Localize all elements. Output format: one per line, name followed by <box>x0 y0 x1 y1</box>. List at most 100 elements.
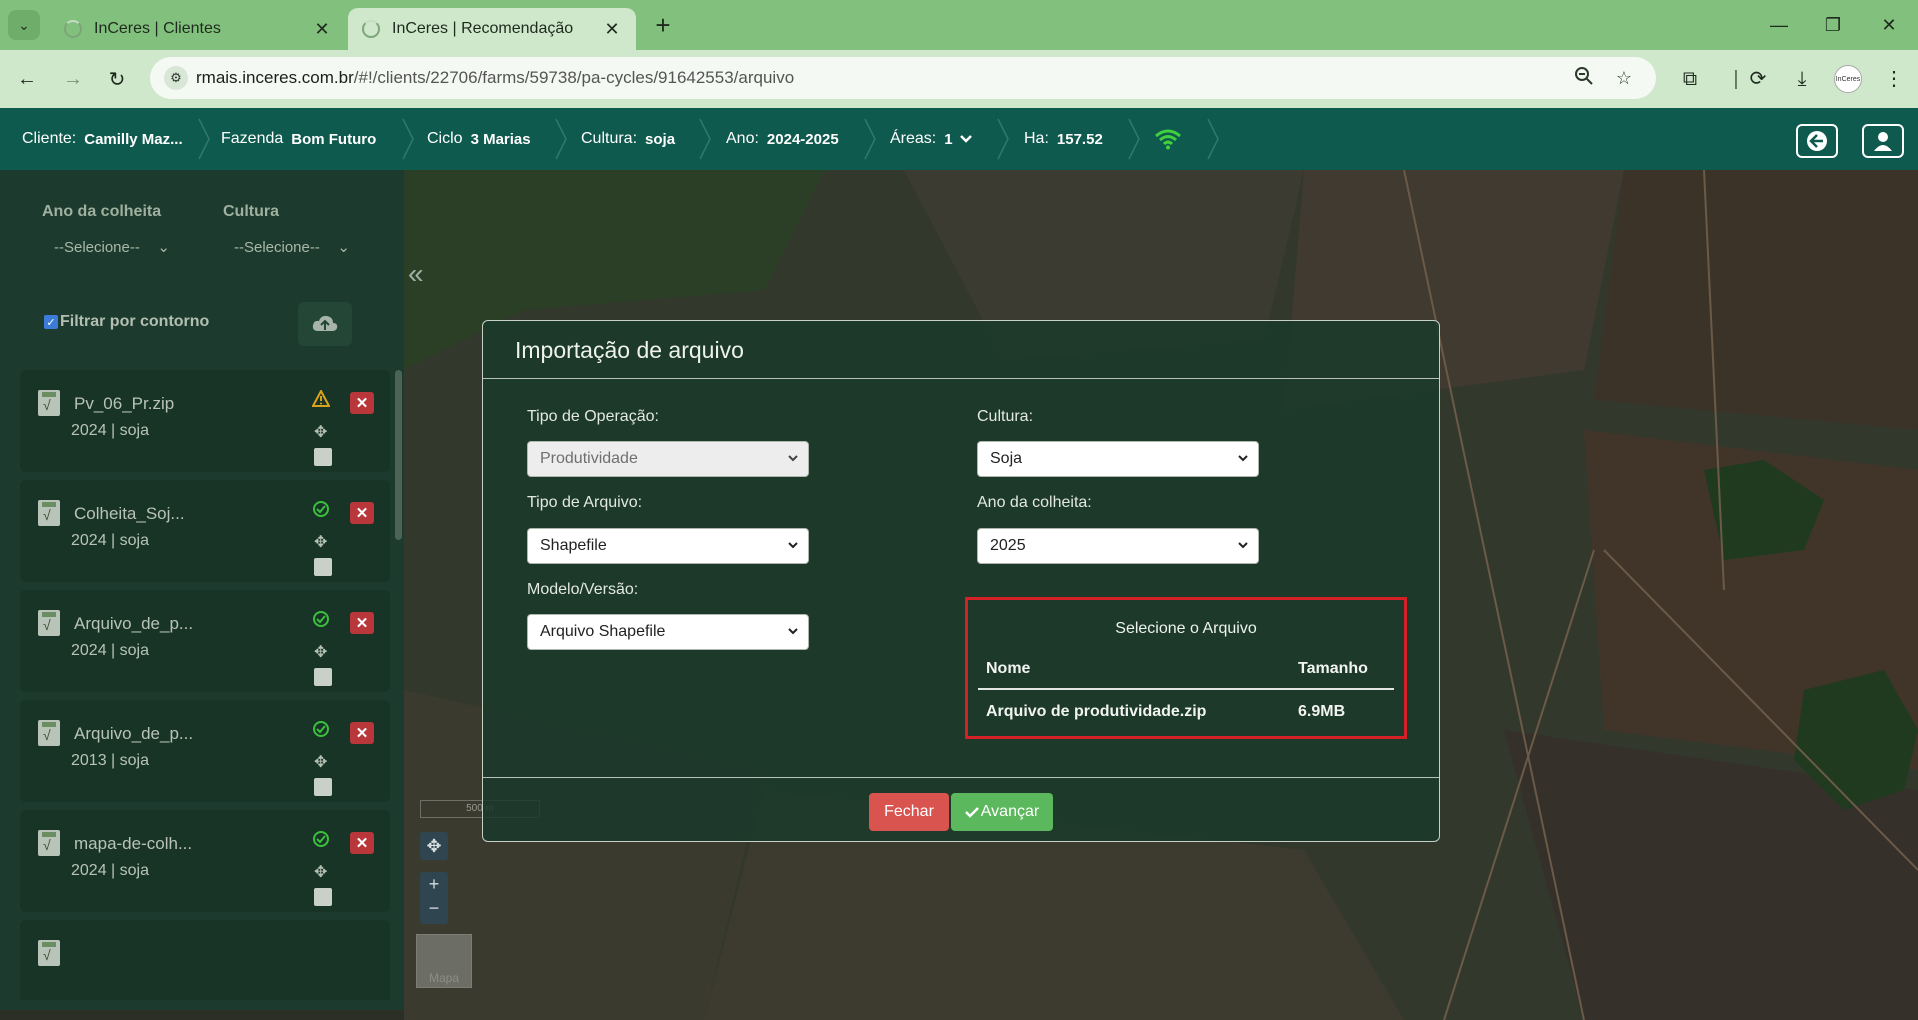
operation-type-select[interactable]: Produtividade <box>527 441 809 477</box>
file-checkbox[interactable] <box>314 558 332 576</box>
crumb-value: soja <box>645 130 676 148</box>
move-icon[interactable]: ✥ <box>314 862 327 882</box>
close-tab-icon[interactable]: ✕ <box>602 19 622 40</box>
tab-recomendacao[interactable]: InCeres | Recomendação ✕ <box>348 8 636 50</box>
back-button[interactable]: ← <box>12 64 42 94</box>
url-host: rmais.inceres.com.br <box>196 68 354 87</box>
file-icon <box>38 940 60 966</box>
chevron-down-icon <box>1238 455 1248 462</box>
upload-button[interactable] <box>298 302 352 346</box>
select-value: Soja <box>990 450 1023 467</box>
contour-filter-label: Filtrar por contorno <box>60 313 210 330</box>
close-tab-icon[interactable]: ✕ <box>312 19 332 40</box>
new-tab-button[interactable]: + <box>650 10 676 40</box>
download-icon[interactable]: ⤓ <box>1788 64 1816 94</box>
tab-clientes[interactable]: InCeres | Clientes ✕ <box>50 8 346 50</box>
crumb-client[interactable]: Cliente: Camilly Maz... <box>22 108 183 170</box>
chevron-right-icon <box>553 117 569 161</box>
move-icon[interactable]: ✥ <box>314 422 327 442</box>
file-name: Pv_06_Pr.zip <box>74 394 175 413</box>
crumb-cycle[interactable]: Ciclo 3 Marias <box>427 108 531 170</box>
list-item[interactable]: Arquivo_de_p... 2024 | soja ✥ ✕ <box>20 590 390 692</box>
chevron-right-icon <box>995 117 1011 161</box>
crop-select[interactable]: --Selecione-- ⌄ <box>224 230 360 264</box>
move-icon[interactable]: ✥ <box>314 642 327 662</box>
back-arrow-button[interactable] <box>1796 124 1838 158</box>
map-zoom-control: + − <box>420 872 448 924</box>
file-icon <box>38 610 60 636</box>
chevron-down-icon <box>788 628 798 635</box>
file-list: Pv_06_Pr.zip 2024 | soja ✥ ✕ Colheita_So… <box>8 370 396 1000</box>
file-select-title: Selecione o Arquivo <box>1115 620 1257 637</box>
crumb-farm[interactable]: Fazenda Bom Futuro <box>221 108 376 170</box>
crumb-crop[interactable]: Cultura: soja <box>581 108 675 170</box>
list-item[interactable]: Pv_06_Pr.zip 2024 | soja ✥ ✕ <box>20 370 390 472</box>
chevron-right-icon <box>1205 117 1221 161</box>
check-circle-icon <box>313 721 329 737</box>
tab-search-button[interactable]: ⌄ <box>8 10 40 40</box>
profile-avatar[interactable]: InCeres <box>1834 65 1862 93</box>
basemap-label: Mapa <box>428 971 460 985</box>
crumb-year[interactable]: Ano: 2024-2025 <box>726 108 839 170</box>
delete-button[interactable]: ✕ <box>350 502 374 524</box>
zoom-in-button[interactable]: + <box>420 872 448 896</box>
forward-button[interactable]: → <box>58 64 88 94</box>
delete-button[interactable]: ✕ <box>350 832 374 854</box>
close-window-button[interactable]: ✕ <box>1876 10 1902 40</box>
select-value: --Selecione-- <box>54 238 140 256</box>
file-name: Arquivo_de_p... <box>74 614 194 633</box>
file-type-select[interactable]: Shapefile <box>527 528 809 564</box>
move-icon[interactable]: ✥ <box>314 752 327 772</box>
basemap-toggle[interactable]: Mapa <box>416 934 472 988</box>
address-bar[interactable]: ⚙ rmais.inceres.com.br/#!/clients/22706/… <box>150 57 1656 99</box>
restore-button[interactable]: ❐ <box>1820 10 1846 40</box>
list-item[interactable]: mapa-de-colh... 2024 | soja ✥ ✕ <box>20 810 390 912</box>
contour-filter-checkbox[interactable]: ✓ <box>44 315 58 329</box>
chevron-right-icon <box>862 117 878 161</box>
crumb-value: Camilly Maz... <box>84 130 183 148</box>
model-version-select[interactable]: Arquivo Shapefile <box>527 614 809 650</box>
list-item[interactable]: Colheita_Soj... 2024 | soja ✥ ✕ <box>20 480 390 582</box>
crumb-areas[interactable]: Áreas: 1 <box>890 108 973 170</box>
site-info-icon[interactable]: ⚙ <box>164 66 188 90</box>
zoom-out-button[interactable]: − <box>420 896 448 920</box>
arrow-left-icon <box>1807 131 1827 151</box>
url-text[interactable]: rmais.inceres.com.br/#!/clients/22706/fa… <box>196 68 794 88</box>
move-icon[interactable]: ✥ <box>314 532 327 552</box>
crop-label: Cultura: <box>977 408 1034 425</box>
bookmark-star-icon[interactable]: ☆ <box>1612 66 1636 90</box>
next-button[interactable]: Avançar <box>951 793 1053 831</box>
user-menu-button[interactable] <box>1862 124 1904 158</box>
tab-title: InCeres | Clientes <box>94 20 221 37</box>
extensions-icon[interactable]: ⧉ <box>1676 64 1704 94</box>
file-checkbox[interactable] <box>314 888 332 906</box>
crumb-label: Fazenda <box>221 130 284 147</box>
modal-title: Importação de arquivo <box>515 337 744 363</box>
zoom-icon[interactable] <box>1572 66 1596 90</box>
delete-button[interactable]: ✕ <box>350 722 374 744</box>
close-label: Fechar <box>884 803 934 820</box>
delete-button[interactable]: ✕ <box>350 392 374 414</box>
list-item[interactable] <box>20 920 390 1000</box>
column-header-name: Nome <box>986 660 1031 677</box>
delete-button[interactable]: ✕ <box>350 612 374 634</box>
sync-icon[interactable]: ⟳ <box>1744 64 1772 94</box>
map-pan-button[interactable]: ✥ <box>420 832 448 860</box>
harvest-year-select[interactable]: --Selecione-- ⌄ <box>44 230 180 264</box>
sidebar: Ano da colheita Cultura --Selecione-- ⌄ -… <box>0 170 404 1010</box>
more-menu-icon[interactable]: ⋮ <box>1880 64 1908 94</box>
reload-button[interactable]: ↻ <box>102 64 132 94</box>
file-checkbox[interactable] <box>314 668 332 686</box>
sidebar-scrollbar[interactable] <box>395 370 402 540</box>
profile-label: InCeres <box>1835 75 1861 83</box>
list-item[interactable]: Arquivo_de_p... 2013 | soja ✥ ✕ <box>20 700 390 802</box>
collapse-sidebar-icon[interactable]: « <box>408 258 424 290</box>
close-button[interactable]: Fechar <box>869 793 949 831</box>
harvest-year-select[interactable]: 2025 <box>977 528 1259 564</box>
file-checkbox[interactable] <box>314 778 332 796</box>
file-size-cell: 6.9MB <box>1298 703 1346 720</box>
file-checkbox[interactable] <box>314 448 332 466</box>
minimize-button[interactable]: — <box>1766 10 1792 40</box>
file-meta: 2024 | soja <box>71 422 149 439</box>
crop-select[interactable]: Soja <box>977 441 1259 477</box>
